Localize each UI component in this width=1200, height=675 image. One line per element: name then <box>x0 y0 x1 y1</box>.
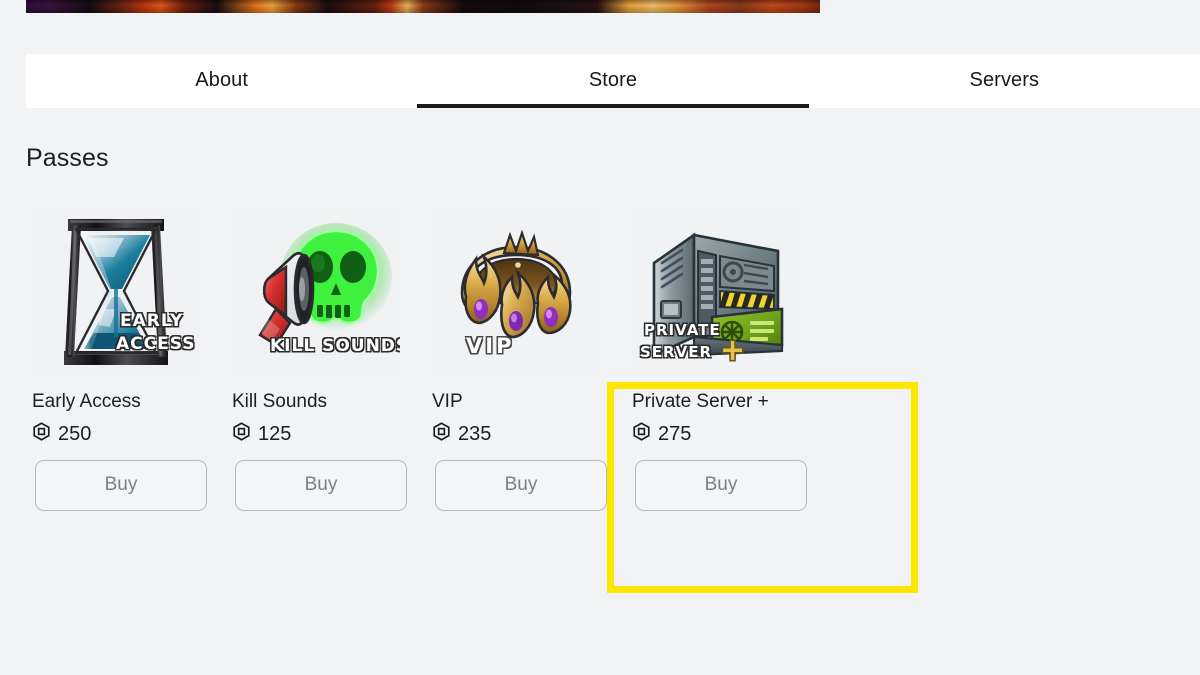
buy-button-vip[interactable]: Buy <box>435 459 607 511</box>
thumbnail-caption-line1: PRIVATE <box>644 321 721 339</box>
tab-about-label: About <box>195 69 249 91</box>
tab-store-label: Store <box>588 69 638 91</box>
flame-crown-icon <box>432 205 600 373</box>
pass-card-vip[interactable]: VIP VIP 235 Buy <box>426 205 626 511</box>
pass-price: 235 <box>432 422 626 446</box>
pass-thumbnail-private-server[interactable]: PRIVATE SERVER + <box>632 205 800 373</box>
tab-servers-label: Servers <box>969 69 1040 91</box>
pass-name: Private Server + <box>632 391 769 412</box>
pass-price-amount: 235 <box>458 422 492 445</box>
pass-card-private-server-plus[interactable]: PRIVATE SERVER + Private Server + 275 Bu… <box>626 205 826 511</box>
tab-store[interactable]: Store <box>417 54 809 108</box>
pass-price: 250 <box>32 422 226 446</box>
section-title-passes: Passes <box>26 144 109 172</box>
pass-thumbnail-vip[interactable]: VIP <box>432 205 600 373</box>
game-banner-image <box>26 0 820 13</box>
pass-price: 125 <box>232 422 426 446</box>
buy-button-early-access[interactable]: Buy <box>35 459 207 511</box>
robux-icon <box>32 422 51 446</box>
pass-name: VIP <box>432 391 463 412</box>
pass-card-kill-sounds[interactable]: KILL SOUNDS Kill Sounds 125 Buy <box>226 205 426 511</box>
robux-icon <box>632 422 651 446</box>
buy-button-kill-sounds[interactable]: Buy <box>235 459 407 511</box>
pass-price-amount: 125 <box>258 422 292 445</box>
thumbnail-caption-line2: SERVER <box>640 343 713 361</box>
banner-shade <box>26 0 820 13</box>
pass-name: Early Access <box>32 391 141 412</box>
pass-thumbnail-early-access[interactable]: EARLY ACCESS <box>32 205 200 373</box>
pass-price-amount: 250 <box>58 422 92 445</box>
tab-bar: About Store Servers <box>26 54 1200 108</box>
buy-button-private-server-plus[interactable]: Buy <box>635 459 807 511</box>
thumbnail-caption-line1: EARLY <box>120 311 184 331</box>
passes-grid: EARLY ACCESS Early Access 250 Buy KILL S… <box>26 205 1176 511</box>
robux-icon <box>232 422 251 446</box>
thumbnail-caption-line1: VIP <box>466 334 515 358</box>
pass-thumbnail-kill-sounds[interactable]: KILL SOUNDS <box>232 205 400 373</box>
thumbnail-caption-line1: KILL SOUNDS <box>270 336 400 356</box>
thumbnail-plus-glyph: + <box>720 333 747 368</box>
active-tab-underline <box>417 104 809 108</box>
pass-name: Kill Sounds <box>232 391 328 412</box>
pass-price: 275 <box>632 422 826 446</box>
thumbnail-caption-line2: ACCESS <box>116 334 196 354</box>
tab-about[interactable]: About <box>26 54 417 108</box>
robux-icon <box>432 422 451 446</box>
tab-servers[interactable]: Servers <box>809 54 1200 108</box>
store-page: About Store Servers Passes EARLY ACCESS … <box>0 0 1200 675</box>
pass-price-amount: 275 <box>658 422 692 445</box>
pass-card-early-access[interactable]: EARLY ACCESS Early Access 250 Buy <box>26 205 226 511</box>
